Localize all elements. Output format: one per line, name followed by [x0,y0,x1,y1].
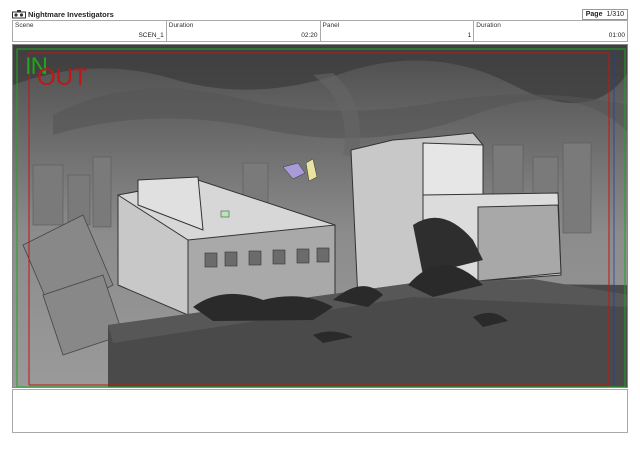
storyboard-panel[interactable]: IN OUT [12,44,628,388]
scene-cell[interactable]: Scene SCEN_1 [13,21,167,41]
scene-duration-cell[interactable]: Duration 02:20 [167,21,321,41]
panel-cell[interactable]: Panel 1 [321,21,475,41]
panel-duration-label: Duration [476,22,501,29]
page-value: 1/310 [606,11,624,18]
project-title: Nightmare Investigators [28,10,114,19]
page-indicator: Page 1/310 [581,9,628,20]
panel-label: Panel [322,22,340,29]
logo-icon [12,10,26,19]
panel-value: 1 [467,32,472,39]
panel-drawing [13,45,627,387]
scene-duration-value: 02:20 [301,32,318,39]
panel-duration-value: 01:00 [608,32,625,39]
scene-duration-label: Duration [168,22,194,29]
panel-duration-cell[interactable]: Duration 01:00 [474,21,627,41]
out-marker: OUT [37,64,88,91]
panel-notes[interactable] [12,389,628,433]
scene-value: SCEN_1 [138,32,164,39]
scene-label: Scene [15,22,34,29]
scene-info-table: Scene SCEN_1 Duration 02:20 Panel 1 Dura… [12,20,628,42]
page-label: Page [585,11,603,18]
